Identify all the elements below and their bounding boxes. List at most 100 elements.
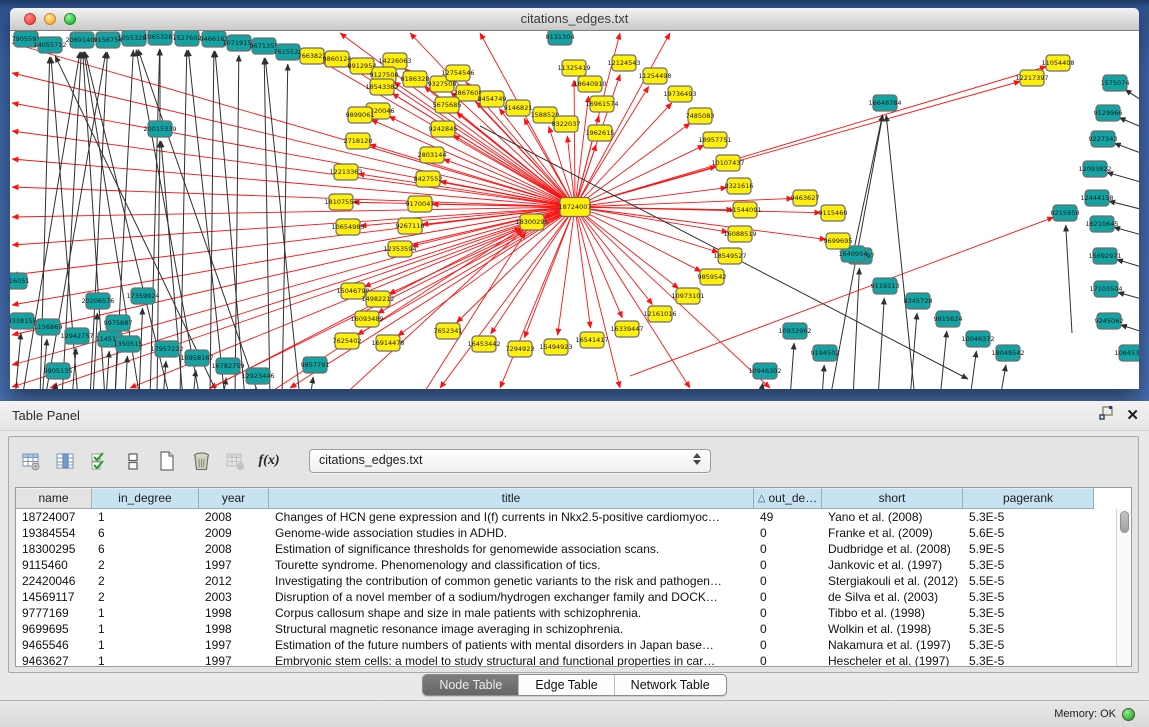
graph-node[interactable]: 15494923 — [539, 339, 572, 355]
graph-node[interactable]: 7652341 — [434, 323, 463, 339]
graph-node[interactable]: 14982212 — [361, 291, 394, 307]
selected-edge[interactable] — [575, 96, 589, 207]
graph-node[interactable]: 11544091 — [728, 202, 761, 218]
table-cell[interactable]: 49 — [754, 509, 822, 525]
graph-node[interactable]: 12124543 — [607, 55, 640, 71]
edge[interactable] — [790, 343, 794, 389]
edge[interactable] — [235, 55, 239, 389]
table-vertical-scrollbar[interactable] — [1116, 509, 1131, 666]
graph-node[interactable]: 19736493 — [663, 86, 696, 102]
zoom-window-button[interactable] — [64, 13, 76, 25]
edge[interactable] — [138, 49, 260, 389]
graph-node[interactable]: 9115460 — [819, 205, 848, 221]
graph-node[interactable]: 12353594 — [383, 241, 416, 257]
graph-node[interactable]: 14055712 — [33, 37, 66, 53]
graph-node[interactable]: 2803144 — [418, 147, 447, 163]
graph-node[interactable]: 9859542 — [698, 269, 727, 285]
edge[interactable] — [886, 115, 915, 389]
graph-node[interactable]: 16088519 — [723, 226, 756, 242]
edge[interactable] — [40, 57, 50, 389]
graph-node[interactable]: 20206576 — [81, 293, 114, 309]
table-cell[interactable]: 18724007 — [16, 509, 92, 525]
graph-node[interactable]: 1350515 — [114, 336, 143, 352]
new-document-icon[interactable] — [157, 451, 177, 471]
column-visibility-icon[interactable] — [55, 451, 75, 471]
edge[interactable] — [264, 58, 270, 389]
selected-edge[interactable] — [358, 174, 575, 207]
graph-node[interactable]: 9119313 — [871, 278, 900, 294]
edge[interactable] — [1116, 259, 1139, 271]
edge[interactable] — [970, 351, 976, 389]
graph-node[interactable]: 8131304 — [546, 31, 575, 45]
graph-node[interactable]: 11054408 — [1041, 55, 1074, 71]
table-cell[interactable]: 9465546 — [16, 637, 92, 653]
table-cell[interactable]: 1997 — [199, 557, 269, 573]
graph-node[interactable]: 16339447 — [610, 321, 643, 337]
row-check-icon[interactable] — [89, 451, 109, 471]
graph-node[interactable]: 1156869 — [34, 319, 63, 335]
table-cell[interactable]: 1 — [92, 509, 199, 525]
table-row[interactable]: 977716911998Corpus callosum shape and si… — [16, 605, 1131, 621]
table-settings-icon[interactable] — [21, 451, 41, 471]
column-header-short[interactable]: short — [822, 488, 963, 509]
graph-node[interactable]: 8454749 — [478, 91, 507, 107]
table-cell[interactable]: 2 — [92, 573, 199, 589]
graph-node[interactable]: 1962615 — [586, 125, 615, 141]
table-cell[interactable]: 5.3E-5 — [963, 589, 1094, 605]
table-row[interactable]: 911546021997Tourette syndrome. Phenomeno… — [16, 557, 1131, 573]
graph-node[interactable]: 8186328 — [401, 71, 430, 87]
graph-node[interactable]: 9170047 — [406, 196, 435, 212]
edge[interactable] — [1118, 292, 1139, 303]
graph-node[interactable]: 18543382 — [365, 79, 398, 95]
graph-node[interactable]: 2718120 — [344, 133, 373, 149]
edge[interactable] — [853, 268, 859, 389]
graph-node[interactable]: 9975887 — [104, 315, 133, 331]
column-header-out_de[interactable]: △out_de… — [754, 488, 822, 509]
table-cell[interactable]: de Silva et al. (2003) — [822, 589, 963, 605]
edge[interactable] — [878, 298, 884, 389]
edge[interactable] — [125, 356, 127, 389]
selected-edge[interactable] — [12, 207, 575, 217]
graph-node[interactable]: 11325419 — [557, 60, 590, 76]
selected-edge[interactable] — [575, 81, 1020, 207]
graph-node[interactable]: 8345728 — [904, 293, 933, 309]
table-cell[interactable]: Dudbridge et al. (2008) — [822, 541, 963, 557]
graph-node[interactable]: 12161016 — [643, 306, 676, 322]
graph-node[interactable]: 16541417 — [575, 332, 608, 348]
close-window-button[interactable] — [24, 13, 36, 25]
table-cell[interactable]: 0 — [754, 637, 822, 653]
graph-node[interactable]: 18640910 — [573, 76, 606, 92]
edge[interactable] — [1125, 90, 1139, 109]
graph-node[interactable]: 7485083 — [686, 108, 715, 124]
table-cell[interactable]: Tourette syndrome. Phenomenology and cla… — [269, 557, 754, 573]
table-cell[interactable]: 22420046 — [16, 573, 92, 589]
edge[interactable] — [1000, 365, 1006, 389]
table-row[interactable]: 946554611997Estimation of the future num… — [16, 637, 1131, 653]
column-header-year[interactable]: year — [199, 488, 269, 509]
table-cell[interactable]: Estimation of the future numbers of pati… — [269, 637, 754, 653]
table-cell[interactable]: 14569117 — [16, 589, 92, 605]
table-cell[interactable]: Estimation of significance thresholds fo… — [269, 541, 754, 557]
graph-node[interactable]: 17103504 — [1089, 281, 1122, 297]
table-cell[interactable]: 0 — [754, 573, 822, 589]
selected-edge[interactable] — [12, 43, 575, 207]
table-cell[interactable]: 0 — [754, 541, 822, 557]
graph-node[interactable]: 16914478 — [371, 335, 404, 351]
table-cell[interactable]: Nakamura et al. (1997) — [822, 637, 963, 653]
column-header-title[interactable]: title — [269, 488, 754, 509]
scrollbar-thumb[interactable] — [1120, 511, 1129, 533]
graph-node[interactable]: 18107554 — [324, 194, 357, 210]
graph-node[interactable]: 10973101 — [671, 288, 704, 304]
table-cell[interactable]: Investigating the contribution of common… — [269, 573, 754, 589]
table-cell[interactable]: 0 — [754, 589, 822, 605]
selected-edge[interactable] — [574, 80, 575, 207]
table-cell[interactable]: 0 — [754, 621, 822, 637]
table-mode-icon[interactable] — [123, 451, 143, 471]
edge[interactable] — [193, 370, 196, 389]
selected-edge[interactable] — [575, 207, 653, 305]
table-cell[interactable]: 5.3E-5 — [963, 605, 1094, 621]
table-cell[interactable]: 9115460 — [16, 557, 92, 573]
edge[interactable] — [180, 50, 187, 389]
table-cell[interactable]: 2 — [92, 557, 199, 573]
graph-node[interactable]: 11254498 — [638, 68, 671, 84]
